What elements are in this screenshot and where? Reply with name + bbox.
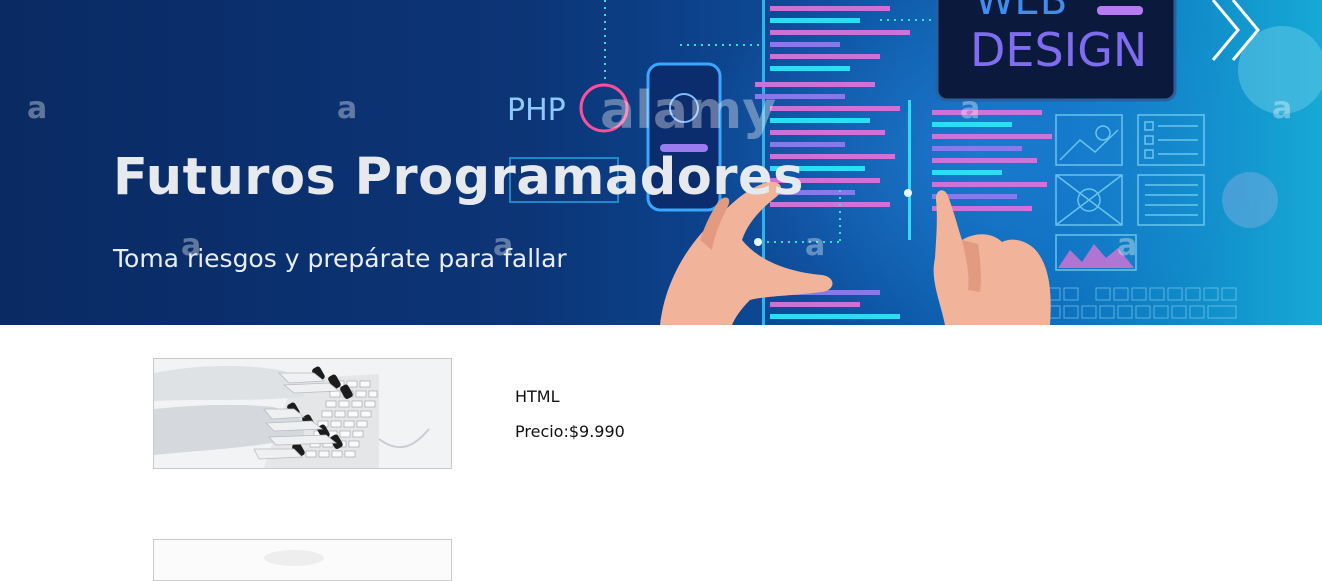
chevron-right-icon [1211, 0, 1240, 61]
product-image[interactable] [153, 358, 452, 469]
product-price: Precio:$9.990 [515, 422, 625, 441]
decor-circle [1222, 172, 1278, 228]
product-name: HTML [515, 387, 560, 406]
watermark-letter: a [1272, 91, 1292, 126]
design-label: DESIGN [970, 23, 1147, 77]
watermark-letter: a [27, 91, 47, 126]
web-label: WEB [975, 0, 1067, 24]
connector-node [754, 238, 762, 246]
price-value: $9.990 [568, 422, 625, 441]
watermark-text: alamy [600, 81, 776, 141]
watermark-letter: a [805, 228, 825, 263]
connector-node [904, 189, 912, 197]
hero-title: Futuros Programadores [113, 148, 804, 207]
watermark-letter: a [337, 91, 357, 126]
php-label: PHP [507, 93, 566, 128]
hero-subtitle: Toma riesgos y prepárate para fallar [113, 244, 567, 273]
web-design-tablet: WEB DESIGN [935, 0, 1177, 102]
hero-banner: WEB DESIGN PHP alamy a a a a a a a a Fut… [0, 0, 1322, 325]
robot-hands-keyboard-image [154, 359, 451, 468]
product-image-partial [154, 540, 451, 580]
price-label: Precio: [515, 422, 569, 441]
watermark-letter: a [960, 91, 980, 126]
watermark-letter: a [1117, 228, 1137, 263]
product-image[interactable] [153, 539, 452, 581]
